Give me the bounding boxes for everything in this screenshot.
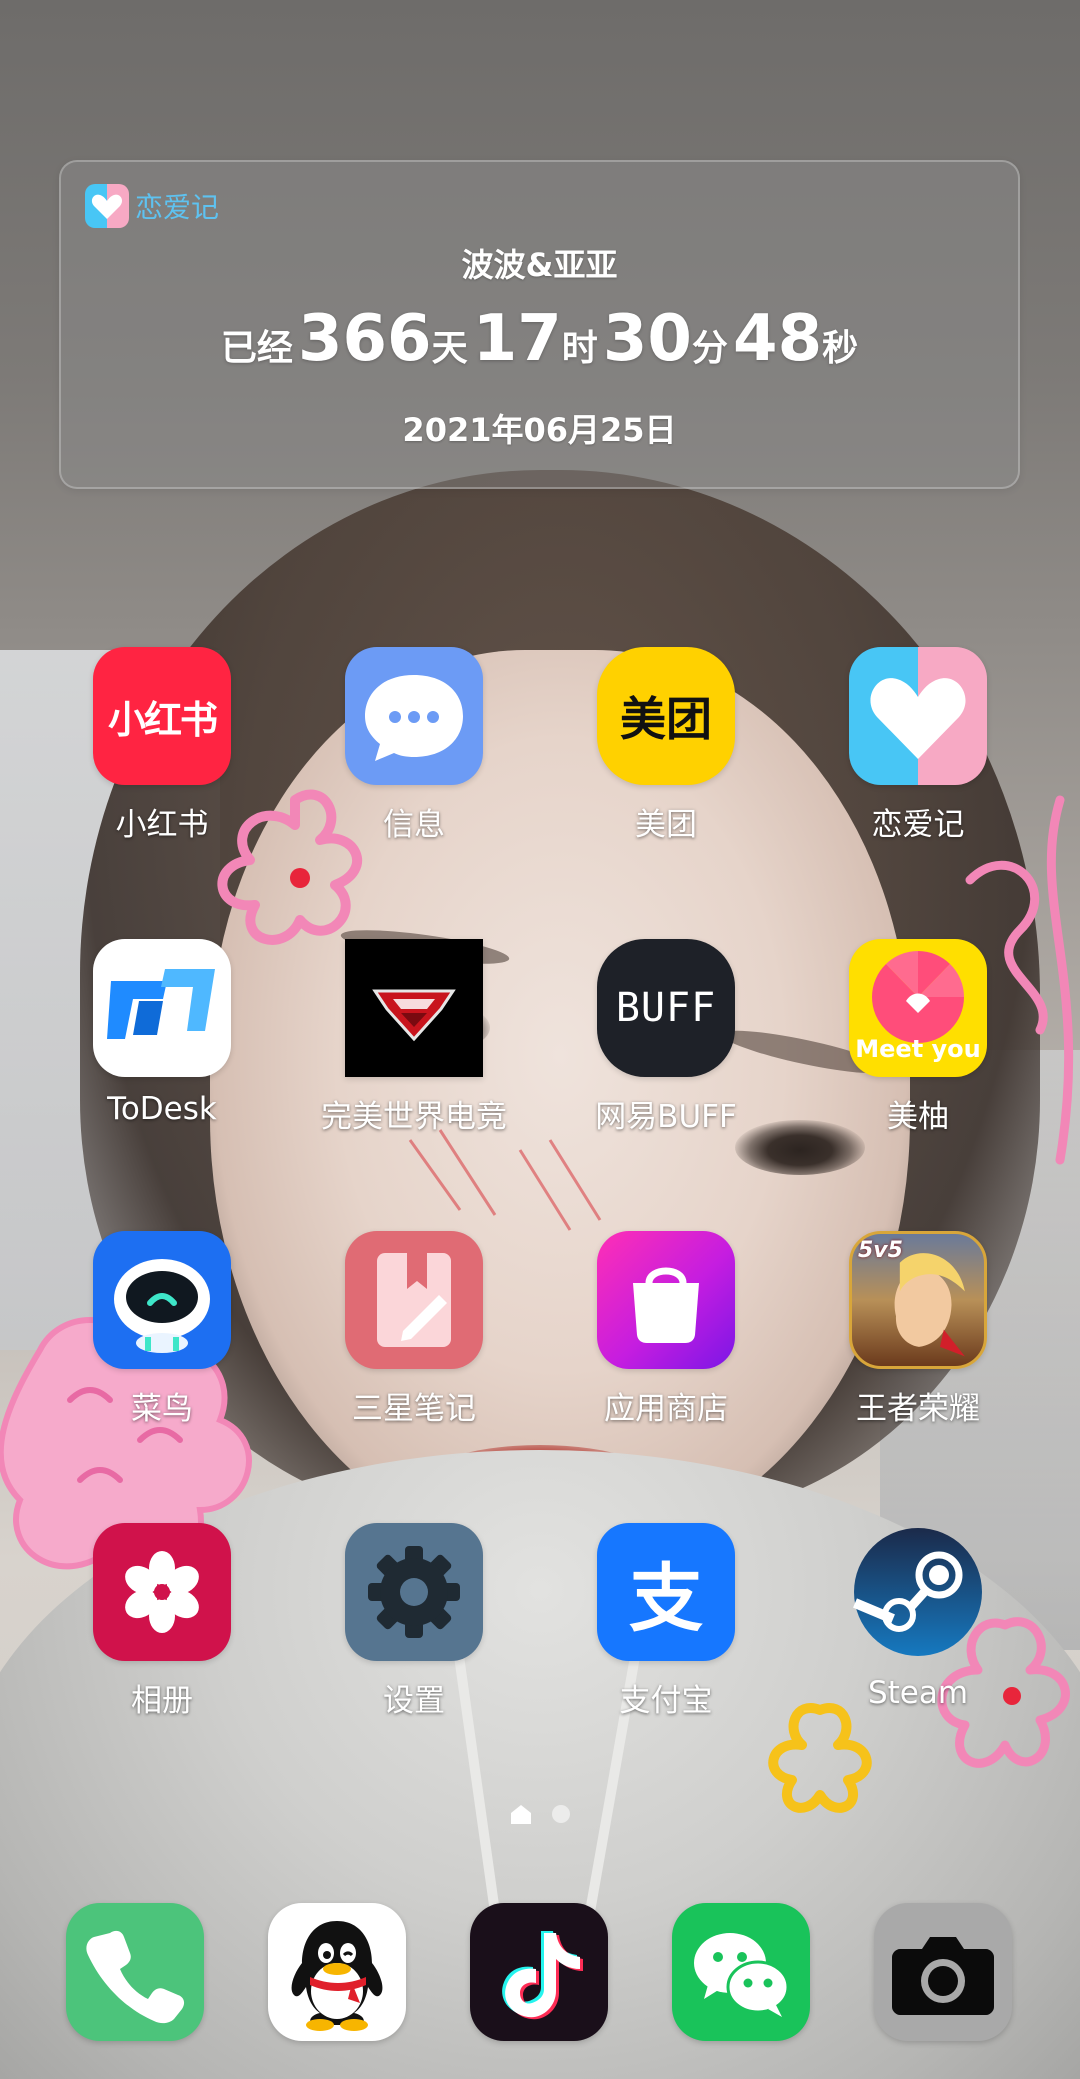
- elapsed-time-counter: 已经 366天 17时 30分 48秒: [61, 302, 1018, 376]
- app-label: 支付宝: [619, 1683, 713, 1719]
- widget-app-name: 恋爱记: [135, 191, 220, 224]
- app-cainiao[interactable]: 菜鸟: [62, 1231, 262, 1428]
- app-label: Steam: [867, 1675, 969, 1711]
- buff-icon-text: BUFF: [615, 985, 717, 1031]
- samsung-notes-icon: [345, 1231, 483, 1369]
- todesk-icon: [93, 939, 231, 1077]
- lianaiji-icon: [849, 647, 987, 785]
- app-store[interactable]: 应用商店: [566, 1231, 766, 1428]
- app-gallery[interactable]: 相册: [62, 1523, 262, 1720]
- dock-phone[interactable]: [66, 1903, 204, 2041]
- app-label: 三星笔记: [352, 1391, 476, 1427]
- app-label: 完美世界电竞: [321, 1099, 507, 1135]
- app-label: 小红书: [115, 807, 209, 843]
- perfect-world-esports-icon: [345, 939, 483, 1077]
- meiyou-icon: Meet you: [849, 939, 987, 1077]
- counter-days: 366: [297, 302, 432, 376]
- camera-icon: [892, 1937, 994, 2015]
- alipay-icon-text: 支: [629, 1555, 703, 1642]
- cainiao-icon: [93, 1231, 231, 1369]
- love-counter-widget[interactable]: 恋爱记 波波&亚亚 已经 366天 17时 30分 48秒 2021年06月25…: [59, 160, 1020, 489]
- dock-qq[interactable]: [268, 1903, 406, 2041]
- app-lianaiji[interactable]: 恋爱记: [818, 647, 1018, 844]
- dock-douyin[interactable]: [470, 1903, 608, 2041]
- counter-days-unit: 天: [431, 328, 468, 369]
- counter-seconds: 48: [733, 302, 823, 376]
- app-label: 相册: [131, 1683, 193, 1719]
- netease-buff-icon: BUFF: [597, 939, 735, 1077]
- xiaohongshu-icon-text: 小红书: [107, 697, 218, 742]
- app-label: 网易BUFF: [595, 1099, 737, 1135]
- app-label: 信息: [383, 807, 445, 843]
- douyin-icon: [502, 1931, 583, 2020]
- app-perfect-world-esports[interactable]: 完美世界电竞: [314, 939, 514, 1136]
- app-steam[interactable]: Steam: [818, 1523, 1018, 1711]
- app-label: ToDesk: [107, 1091, 217, 1127]
- app-label: 菜鸟: [131, 1391, 193, 1427]
- alipay-icon: 支: [597, 1523, 735, 1661]
- dock-camera[interactable]: [874, 1903, 1012, 2041]
- lianaiji-icon: [85, 184, 129, 228]
- dock-wechat[interactable]: [672, 1903, 810, 2041]
- xiaohongshu-icon: 小红书: [93, 647, 231, 785]
- app-store-bag-icon: [597, 1231, 735, 1369]
- steam-icon: [849, 1523, 987, 1661]
- app-label: 设置: [383, 1683, 445, 1719]
- app-todesk[interactable]: ToDesk: [62, 939, 262, 1127]
- meiyou-icon-text: Meet you: [855, 1035, 981, 1063]
- meituan-icon-text: 美团: [620, 692, 712, 746]
- qq-penguin-icon: [291, 1921, 383, 2031]
- honor-of-kings-icon: 5v5: [849, 1231, 987, 1369]
- settings-gear-icon: [345, 1523, 483, 1661]
- meituan-icon: 美团: [597, 647, 735, 785]
- app-netease-buff[interactable]: BUFF 网易BUFF: [566, 939, 766, 1136]
- widget-header: 恋爱记: [85, 184, 219, 228]
- yellow-flower-doodle: [768, 1703, 872, 1813]
- phone-icon: [86, 1930, 185, 2024]
- messages-icon: [345, 647, 483, 785]
- page-dot: [552, 1805, 570, 1823]
- app-meiyou[interactable]: Meet you 美柚: [818, 939, 1018, 1136]
- counter-seconds-unit: 秒: [822, 328, 859, 369]
- app-label: 王者荣耀: [856, 1391, 980, 1427]
- counter-minutes: 30: [602, 302, 692, 376]
- anniversary-date: 2021年06月25日: [402, 411, 677, 449]
- app-messages[interactable]: 信息: [314, 647, 514, 844]
- five-v-five-badge: 5v5: [858, 1238, 903, 1263]
- app-alipay[interactable]: 支 支付宝: [566, 1523, 766, 1720]
- wechat-icon: [694, 1933, 790, 2017]
- counter-hours: 17: [472, 302, 562, 376]
- counter-minutes-unit: 分: [691, 328, 728, 369]
- counter-prefix: 已经: [220, 328, 293, 369]
- app-samsung-notes[interactable]: 三星笔记: [314, 1231, 514, 1428]
- home-page-icon: [511, 1805, 531, 1824]
- counter-hours-unit: 时: [561, 328, 598, 369]
- app-settings[interactable]: 设置: [314, 1523, 514, 1720]
- app-label: 恋爱记: [871, 807, 965, 843]
- app-xiaohongshu[interactable]: 小红书 小红书: [62, 647, 262, 844]
- gallery-flower-icon: [93, 1523, 231, 1661]
- app-label: 美柚: [887, 1099, 949, 1135]
- page-indicator[interactable]: [0, 1803, 1080, 1825]
- couple-names: 波波&亚亚: [461, 246, 618, 284]
- app-meituan[interactable]: 美团 美团: [566, 647, 766, 844]
- app-honor-of-kings[interactable]: 5v5 王者荣耀: [818, 1231, 1018, 1428]
- app-label: 应用商店: [604, 1391, 728, 1427]
- app-label: 美团: [635, 807, 697, 843]
